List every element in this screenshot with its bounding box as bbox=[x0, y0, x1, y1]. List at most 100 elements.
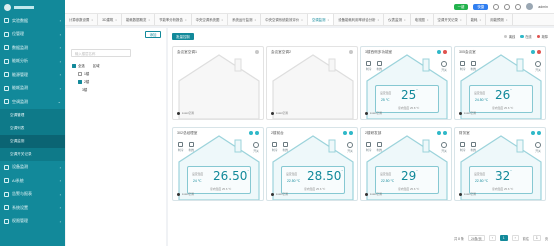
close-icon[interactable]: × bbox=[301, 18, 303, 22]
goto-page-input[interactable]: 1 bbox=[533, 235, 541, 241]
next-page-button[interactable]: › bbox=[511, 235, 519, 241]
set-temp-panel[interactable]: 设定温度 25 ℃ 25° 室内温度 25.8 ℃ bbox=[375, 85, 439, 113]
sidebar-item-4[interactable]: 能源管理 › bbox=[0, 68, 65, 82]
set-temp-panel[interactable]: 设定温度 22.50 ℃ 29° 室内温度 25.6 ℃ bbox=[375, 166, 439, 194]
tree-row-all[interactable]: 全选 区域 bbox=[72, 63, 100, 68]
ac-card[interactable]: 2楼前台 制冷 制热 开关 设定温度 22.50 ℃ 28.50° 室内温度 25.6 ℃ Lx… bbox=[266, 127, 358, 201]
sidebar-item-device[interactable]: 设备监测 › bbox=[0, 161, 65, 175]
tree-row-floor3[interactable]: 3楼 bbox=[82, 87, 87, 92]
search-icon[interactable] bbox=[493, 3, 500, 10]
checkbox[interactable] bbox=[78, 79, 82, 84]
ac-card[interactable]: 会议室空调2 Lxxxx空调 bbox=[266, 46, 358, 120]
close-icon[interactable]: × bbox=[148, 18, 150, 22]
ac-card[interactable]: 3楼西侧多功能室 制冷 制热 开关 设定温度 25 ℃ 25° 室内温度 25.8 ℃ Lxxx… bbox=[360, 46, 452, 120]
mode-cool[interactable]: 制冷 bbox=[460, 142, 466, 152]
power-toggle[interactable]: 开关 bbox=[253, 142, 259, 153]
sidebar-item-3[interactable]: 能耗分析 › bbox=[0, 55, 65, 69]
page-number-1[interactable]: 1 bbox=[499, 235, 508, 241]
mode-cool[interactable]: 制冷 bbox=[366, 142, 372, 152]
mode-cool[interactable]: 制冷 bbox=[272, 142, 278, 152]
quick-action-badge[interactable]: 一键 bbox=[453, 3, 469, 10]
page-unit-label: 页 bbox=[544, 236, 548, 241]
sidebar-item-5[interactable]: 能耗监测 › bbox=[0, 82, 65, 96]
close-icon[interactable]: × bbox=[91, 18, 93, 22]
mode-heat[interactable]: 制热 bbox=[377, 142, 382, 152]
tab-9[interactable]: 仪表监测 × bbox=[384, 14, 411, 25]
close-icon[interactable]: × bbox=[254, 18, 256, 22]
floor-search-input[interactable]: 输入楼层名称 bbox=[71, 49, 131, 57]
tab-5[interactable]: 系统运行监测 × bbox=[228, 14, 262, 25]
tab-12[interactable]: 能耗 × bbox=[467, 14, 487, 25]
tab-11[interactable]: 空调开关记录 × bbox=[434, 14, 467, 25]
mode-heat[interactable]: 制热 bbox=[189, 142, 194, 152]
shortcut-badge[interactable]: 快捷 bbox=[473, 3, 489, 10]
mode-heat[interactable]: 制热 bbox=[471, 61, 476, 71]
power-toggle[interactable]: 开关 bbox=[347, 142, 353, 153]
tab-13[interactable]: 用能预测 × bbox=[486, 14, 513, 25]
mode-heat[interactable]: 制热 bbox=[471, 142, 476, 152]
tab-6[interactable]: 中央空调系统能效评价 × bbox=[261, 14, 308, 25]
tab-8[interactable]: 设备能耗利用率综合分析 × bbox=[334, 14, 385, 25]
ac-card[interactable]: 2楼研发部 制冷 制热 开关 设定温度 22.50 ℃ 29° 室内温度 25.6 ℃ Lxxx… bbox=[360, 127, 452, 201]
tab-0[interactable]: 计算参数设置 × bbox=[65, 14, 99, 25]
tab-2[interactable]: 能耗数据概览 × bbox=[122, 14, 156, 25]
sidebar-item-permission[interactable]: 权限管理 › bbox=[0, 215, 65, 229]
power-toggle[interactable]: 开关 bbox=[441, 142, 447, 153]
sidebar-item-0[interactable]: 实验数据 › bbox=[0, 14, 65, 28]
set-temp-label: 设定温度 bbox=[474, 172, 486, 176]
close-icon[interactable]: × bbox=[327, 18, 329, 22]
page-size-select[interactable]: 24条/页 bbox=[467, 235, 485, 241]
prev-page-button[interactable]: ‹ bbox=[488, 235, 496, 241]
fullscreen-icon[interactable] bbox=[504, 3, 511, 10]
mode-heat[interactable]: 制热 bbox=[283, 142, 288, 152]
power-toggle[interactable]: 开关 bbox=[535, 142, 541, 153]
user-name[interactable]: admin bbox=[538, 5, 548, 9]
set-temp-panel[interactable]: 设定温度 22.50 ℃ 32° 室内温度 25.6 ℃ bbox=[469, 166, 533, 194]
sidebar-item-ai[interactable]: AI系统 › bbox=[0, 174, 65, 188]
sidebar-item-alarm[interactable]: 告警与报表 › bbox=[0, 188, 65, 202]
ac-card[interactable]: 302总经理室 制冷 制热 开关 设定温度 24 ℃ 26.50° 室内温度 25.6 ℃ Lx… bbox=[172, 127, 264, 201]
sidebar-sub-item[interactable]: 空调列表 bbox=[0, 121, 65, 135]
sidebar-item-1[interactable]: 位管理 › bbox=[0, 28, 65, 42]
close-icon[interactable]: × bbox=[221, 18, 223, 22]
tree-row-floor1[interactable]: 1楼 bbox=[78, 71, 89, 76]
add-button[interactable]: 添加 bbox=[145, 31, 161, 38]
mode-cool[interactable]: 制冷 bbox=[178, 142, 184, 152]
power-toggle[interactable]: 开关 bbox=[441, 61, 447, 72]
tab-3[interactable]: 节能率分析报告 × bbox=[155, 14, 192, 25]
tab-10[interactable]: 电流图 × bbox=[411, 14, 434, 25]
tree-row-floor2[interactable]: 2楼 bbox=[78, 79, 89, 84]
mode-cool[interactable]: 制冷 bbox=[460, 61, 466, 71]
tab-4[interactable]: 中央空调系统图 × bbox=[192, 14, 229, 25]
close-icon[interactable]: × bbox=[460, 18, 462, 22]
close-icon[interactable]: × bbox=[479, 18, 481, 22]
tab-7[interactable]: 空调监测 × bbox=[307, 14, 335, 25]
mode-heat[interactable]: 制热 bbox=[377, 61, 382, 71]
sidebar-sub-item[interactable]: 空调开关记录 bbox=[0, 147, 65, 161]
bell-icon[interactable] bbox=[515, 3, 522, 10]
ac-card[interactable]: 财务室 制冷 制热 开关 设定温度 22.50 ℃ 32° 室内温度 25.6 ℃ Lxxxx空… bbox=[454, 127, 546, 201]
power-toggle[interactable]: 开关 bbox=[535, 61, 541, 72]
close-icon[interactable]: × bbox=[378, 18, 380, 22]
mode-cool[interactable]: 制冷 bbox=[366, 61, 372, 71]
close-icon[interactable]: × bbox=[404, 18, 406, 22]
sidebar-item-6[interactable]: 空调监测 ⌄ bbox=[0, 95, 65, 109]
avatar[interactable] bbox=[526, 3, 534, 10]
sidebar-item-settings[interactable]: 系统设置 › bbox=[0, 201, 65, 215]
tab-1[interactable]: 3D建筑 × bbox=[98, 14, 122, 25]
sidebar-sub-item-active[interactable]: 空调监测 bbox=[0, 134, 65, 148]
set-temp-panel[interactable]: 设定温度 24.50 ℃ 26° 室内温度 25.6 ℃ bbox=[469, 85, 533, 113]
checkbox[interactable] bbox=[78, 71, 82, 76]
ac-card[interactable]: 305会议室 制冷 制热 开关 设定温度 24.50 ℃ 26° 室内温度 25.6 ℃ Lxx… bbox=[454, 46, 546, 120]
sidebar-item-2[interactable]: 数据监测 › bbox=[0, 41, 65, 55]
set-temp-panel[interactable]: 设定温度 24 ℃ 26.50° 室内温度 25.6 ℃ bbox=[187, 166, 251, 194]
checkbox[interactable] bbox=[72, 63, 76, 68]
batch-control-button[interactable]: 批量控制 bbox=[172, 33, 194, 40]
close-icon[interactable]: × bbox=[115, 18, 117, 22]
close-icon[interactable]: × bbox=[185, 18, 187, 22]
close-icon[interactable]: × bbox=[506, 18, 508, 22]
sidebar-sub-item[interactable]: 空调管理 bbox=[0, 108, 65, 122]
ac-card[interactable]: 会议室空调1 Lxxxx空调 bbox=[172, 46, 264, 120]
set-temp-panel[interactable]: 设定温度 22.50 ℃ 28.50° 室内温度 25.6 ℃ bbox=[281, 166, 345, 194]
close-icon[interactable]: × bbox=[427, 18, 429, 22]
